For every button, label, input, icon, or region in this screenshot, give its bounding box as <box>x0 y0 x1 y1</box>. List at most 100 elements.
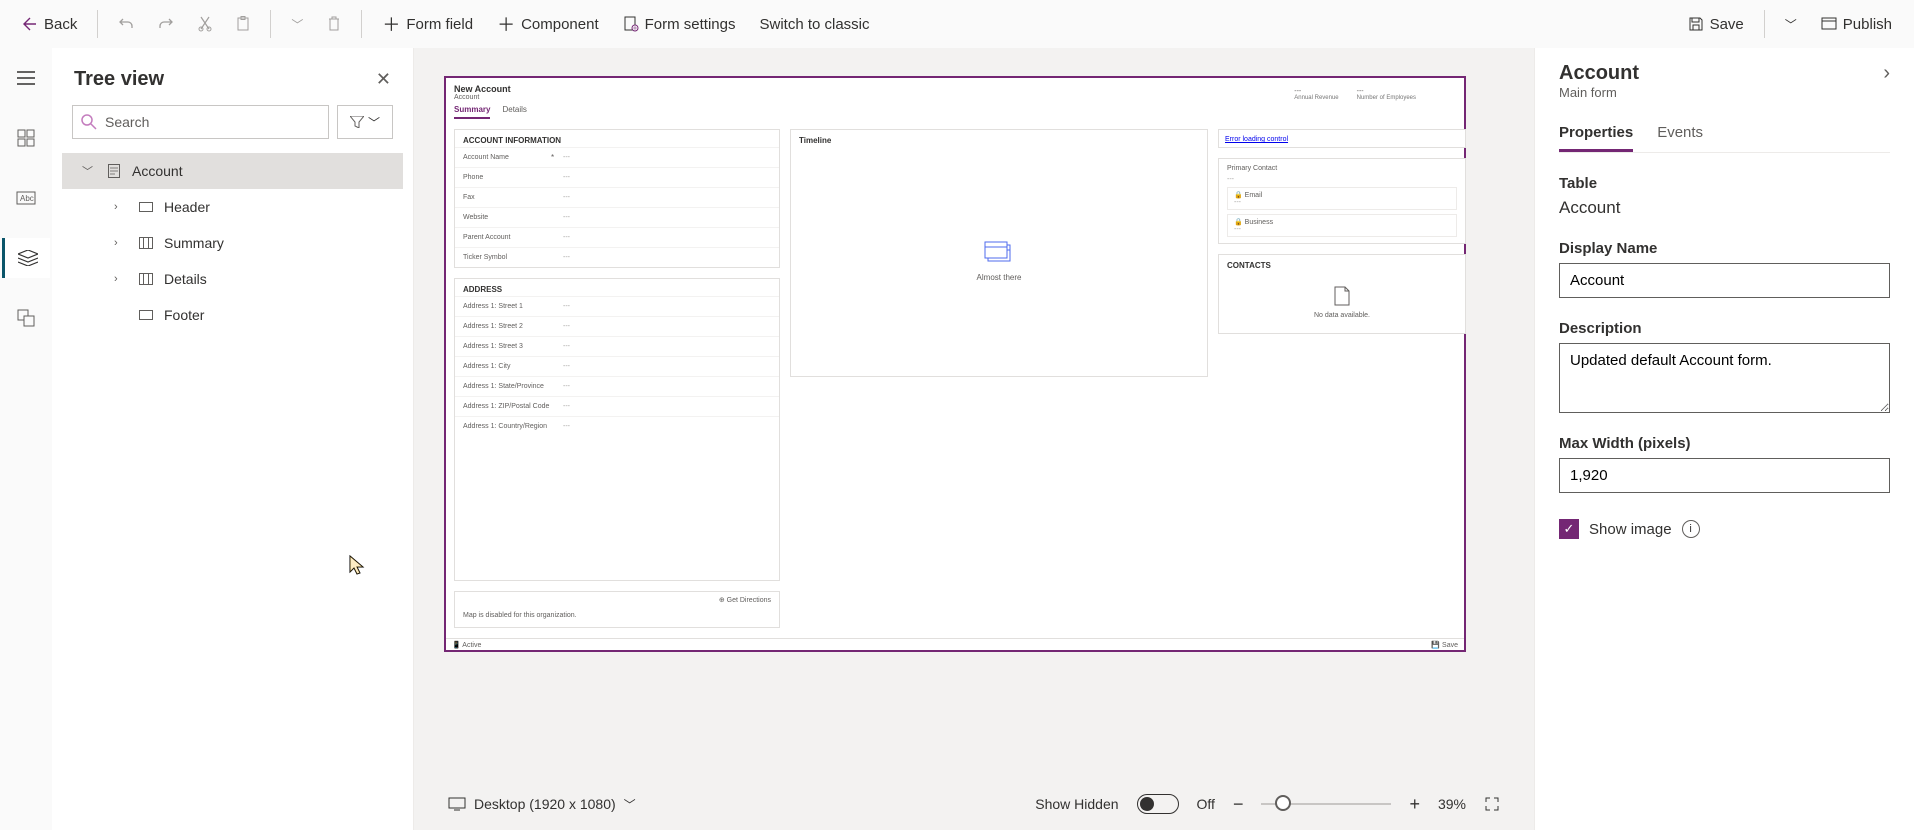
mouse-cursor-icon <box>348 554 368 576</box>
chevron-down-icon: ﹀ <box>624 796 636 813</box>
tree-item-label: Summary <box>164 235 224 251</box>
save-button[interactable]: Save <box>1678 10 1754 39</box>
tree-filter-button[interactable]: ﹀ <box>337 105 393 139</box>
tab-icon <box>138 236 154 250</box>
form-field[interactable]: Phone--- <box>455 167 779 187</box>
paste-icon <box>236 16 250 32</box>
paste-button[interactable] <box>226 10 260 38</box>
show-image-checkbox[interactable]: ✓ <box>1559 519 1579 539</box>
delete-button[interactable] <box>317 10 351 38</box>
search-icon <box>81 114 97 130</box>
show-hidden-toggle[interactable] <box>1137 794 1179 814</box>
form-field[interactable]: Ticker Symbol--- <box>455 247 779 267</box>
form-field[interactable]: Address 1: City--- <box>455 356 779 376</box>
form-field-label: Form field <box>406 16 473 33</box>
form-settings-button[interactable]: Form settings <box>613 10 746 39</box>
hamburger-button[interactable] <box>2 58 50 98</box>
table-value: Account <box>1559 198 1890 218</box>
field-business: 🔒 Business --- <box>1227 214 1457 237</box>
canvas-status-bar: Desktop (1920 x 1080) ﹀ Show Hidden Off … <box>444 778 1504 830</box>
description-input[interactable] <box>1559 343 1890 413</box>
cut-button[interactable] <box>188 10 222 38</box>
undo-icon <box>118 16 134 32</box>
chevron-down-icon: ﹀ <box>368 114 380 131</box>
prop-tab-events[interactable]: Events <box>1657 116 1703 152</box>
document-icon <box>1333 286 1351 306</box>
display-name-input[interactable] <box>1559 263 1890 298</box>
embed-icon <box>17 309 35 327</box>
layers-icon <box>18 250 38 266</box>
top-toolbar: Back ﹀ ＋ Form field ＋ Component Form set… <box>0 0 1914 48</box>
form-field[interactable]: Address 1: Country/Region--- <box>455 416 779 436</box>
preview-tab-details[interactable]: Details <box>502 105 526 119</box>
back-button[interactable]: Back <box>12 10 87 39</box>
prop-tab-properties[interactable]: Properties <box>1559 116 1633 152</box>
zoom-out-button[interactable]: − <box>1233 794 1244 815</box>
form-field[interactable]: Address 1: Street 1--- <box>455 296 779 316</box>
form-field[interactable]: Fax--- <box>455 187 779 207</box>
rail-tree-button[interactable] <box>2 238 50 278</box>
max-width-label: Max Width (pixels) <box>1559 435 1890 452</box>
device-selector[interactable]: Desktop (1920 x 1080) ﹀ <box>448 796 636 813</box>
paste-more-button[interactable]: ﹀ <box>281 10 313 39</box>
tree-item-details[interactable]: › Details <box>62 261 403 297</box>
description-label: Description <box>1559 320 1890 337</box>
form-field[interactable]: Address 1: State/Province--- <box>455 376 779 396</box>
zoom-slider[interactable] <box>1261 803 1391 805</box>
prop-title: Account <box>1559 62 1639 85</box>
switch-classic-button[interactable]: Switch to classic <box>749 10 879 39</box>
add-component-button[interactable]: ＋ Component <box>487 5 609 43</box>
form-settings-icon <box>623 16 639 32</box>
undo-button[interactable] <box>108 10 144 38</box>
form-field[interactable]: Parent Account--- <box>455 227 779 247</box>
properties-pane: Account Main form › Properties Events Ta… <box>1534 48 1914 830</box>
tree-item-summary[interactable]: › Summary <box>62 225 403 261</box>
close-tree-button[interactable]: ✕ <box>376 69 391 90</box>
header-metric: --- Annual Revenue <box>1294 88 1338 101</box>
form-settings-label: Form settings <box>645 16 736 33</box>
section-address[interactable]: ADDRESS Address 1: Street 1---Address 1:… <box>454 278 780 581</box>
section-contacts[interactable]: CONTACTS No data available. <box>1218 254 1466 334</box>
form-field[interactable]: Address 1: Street 2--- <box>455 316 779 336</box>
collapse-props-button[interactable]: › <box>1883 62 1890 85</box>
table-label: Table <box>1559 175 1890 192</box>
form-field[interactable]: Address 1: ZIP/Postal Code--- <box>455 396 779 416</box>
search-placeholder: Search <box>105 114 149 130</box>
fit-to-screen-button[interactable] <box>1484 796 1500 812</box>
grid-icon <box>17 129 35 147</box>
form-field[interactable]: Website--- <box>455 207 779 227</box>
rail-embed-button[interactable] <box>2 298 50 338</box>
chevron-down-icon: ﹀ <box>1785 16 1797 33</box>
display-name-label: Display Name <box>1559 240 1890 257</box>
rail-fields-button[interactable]: Abc <box>2 178 50 218</box>
preview-tab-summary[interactable]: Summary <box>454 105 490 119</box>
zoom-in-button[interactable]: + <box>1409 794 1420 815</box>
form-field[interactable]: Address 1: Street 3--- <box>455 336 779 356</box>
section-timeline[interactable]: Timeline Almost there <box>790 129 1208 377</box>
info-icon[interactable]: i <box>1682 520 1700 538</box>
toolbar-separator <box>270 10 271 38</box>
form-canvas-area: New Account Account --- Annual Revenue -… <box>414 48 1534 830</box>
section-map[interactable]: ⊕ Get Directions Map is disabled for thi… <box>454 591 780 628</box>
chevron-down-icon: ﹀ <box>291 16 303 33</box>
add-form-field-button[interactable]: ＋ Form field <box>372 5 483 43</box>
save-dropdown-button[interactable]: ﹀ <box>1775 10 1807 39</box>
preview-form-title: New Account <box>454 84 511 94</box>
section-assistant[interactable]: Error loading control <box>1218 129 1466 148</box>
tree-list: ﹀ Account › Header › Summary › Details <box>62 149 403 337</box>
back-arrow-icon <box>22 16 38 32</box>
tree-search-input[interactable]: Search <box>72 105 329 139</box>
section-primary-contact[interactable]: Primary Contact --- 🔒 Email --- 🔒 Busine… <box>1218 158 1466 244</box>
max-width-input[interactable] <box>1559 458 1890 493</box>
save-label: Save <box>1710 16 1744 33</box>
form-preview[interactable]: New Account Account --- Annual Revenue -… <box>444 76 1466 652</box>
tree-item-footer[interactable]: Footer <box>62 297 403 333</box>
tree-item-header[interactable]: › Header <box>62 189 403 225</box>
rail-components-button[interactable] <box>2 118 50 158</box>
form-field[interactable]: Account Name*--- <box>455 147 779 167</box>
tree-item-account[interactable]: ﹀ Account <box>62 153 403 189</box>
section-account-information[interactable]: ACCOUNT INFORMATION Account Name*---Phon… <box>454 129 780 268</box>
header-metric: --- Number of Employees <box>1357 88 1416 101</box>
publish-button[interactable]: Publish <box>1811 10 1902 39</box>
redo-button[interactable] <box>148 10 184 38</box>
